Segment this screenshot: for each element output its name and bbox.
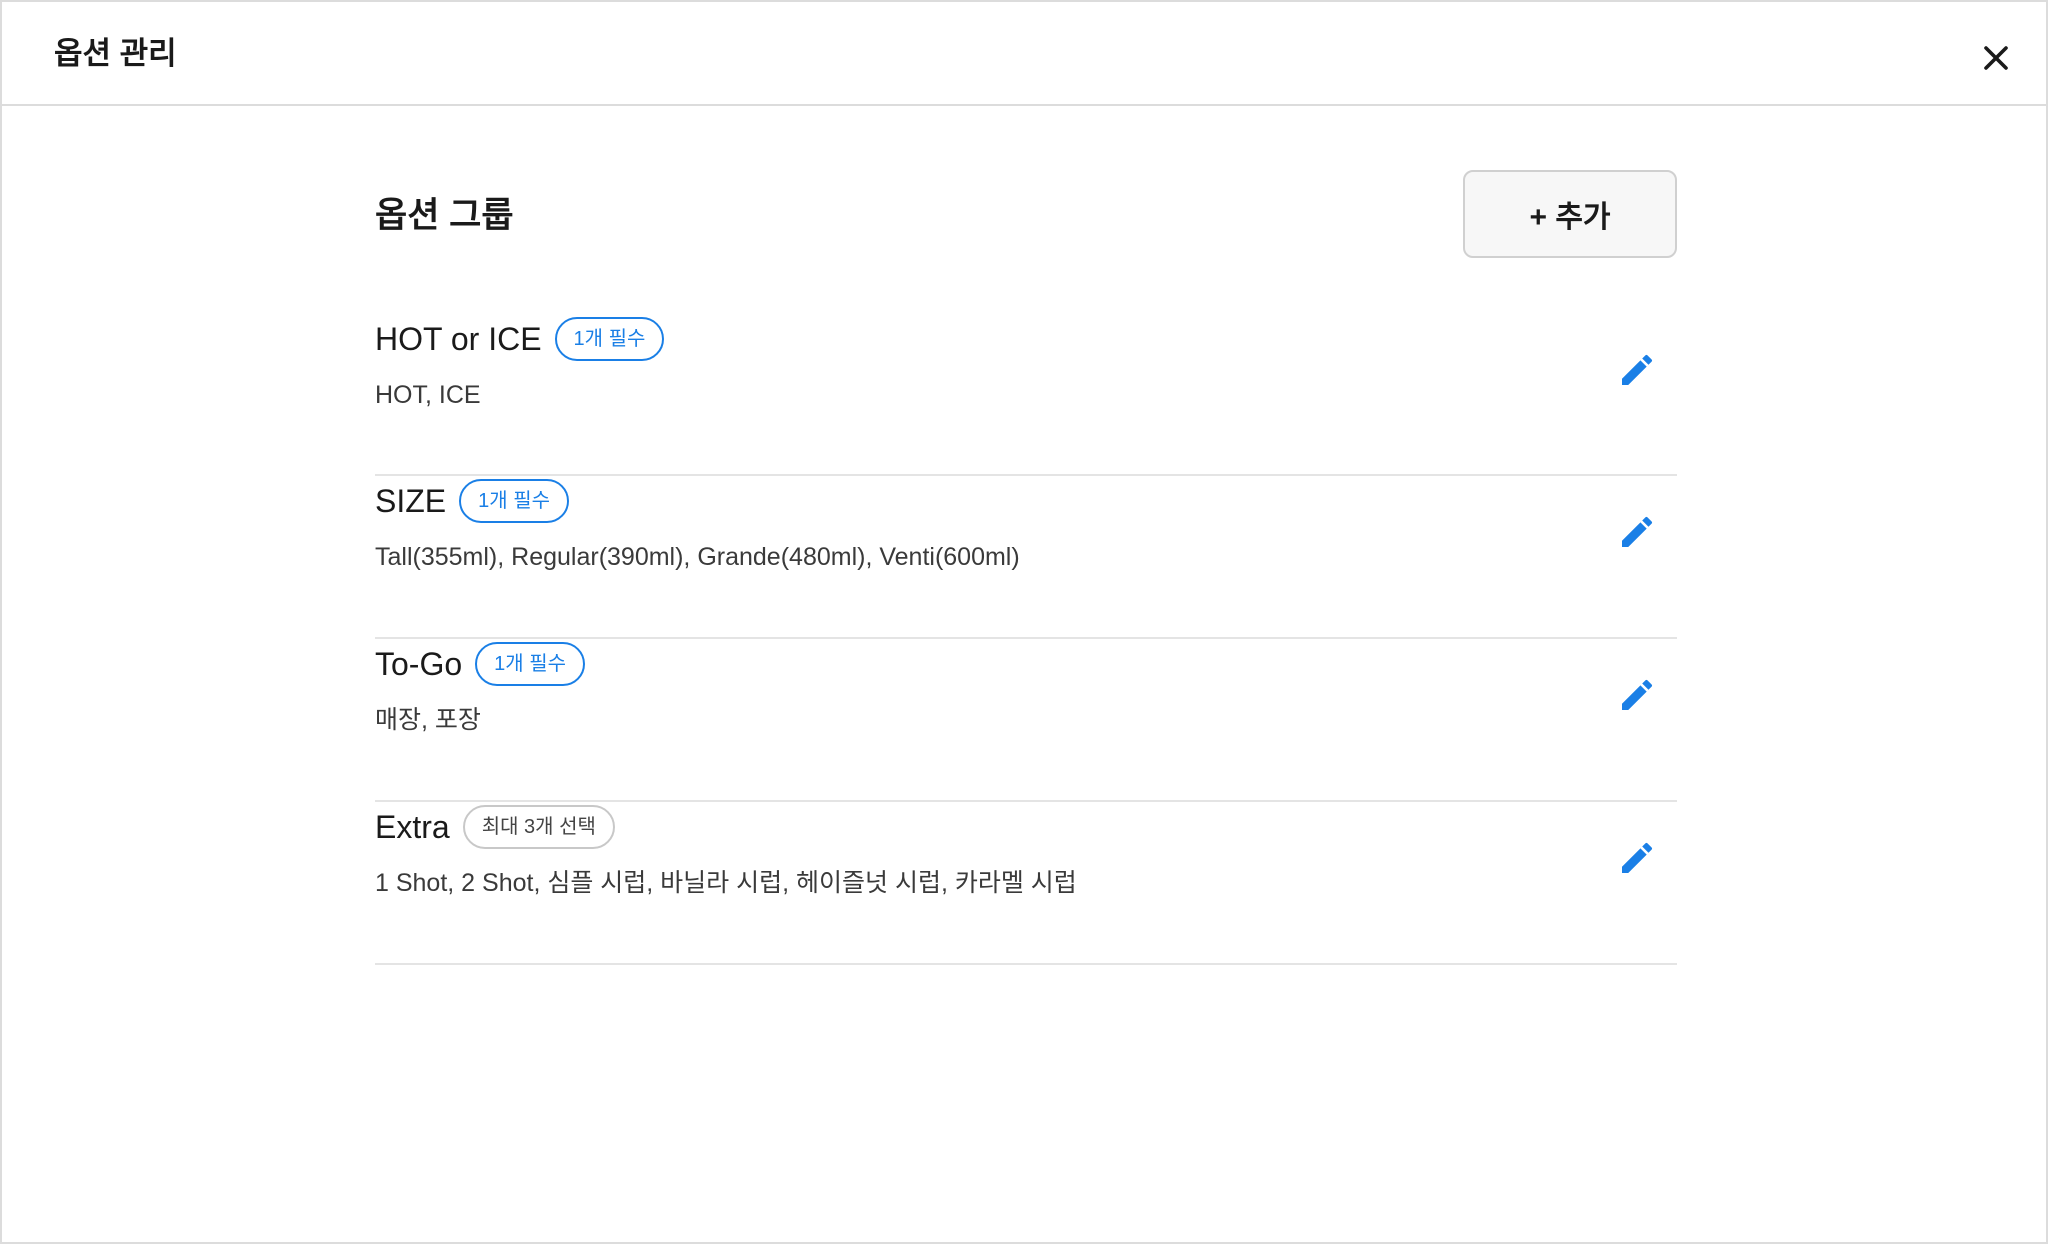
pencil-icon: [1622, 354, 1653, 385]
option-group-row: HOT or ICE 1개 필수 HOT, ICE: [375, 316, 1677, 476]
option-group-list: HOT or ICE 1개 필수 HOT, ICE SIZE 1개 필수 Tal…: [375, 316, 1677, 967]
pencil-icon: [1622, 679, 1653, 710]
option-group-name: HOT or ICE: [375, 321, 542, 357]
option-group-name: Extra: [375, 809, 450, 845]
option-group-values: 1 Shot, 2 Shot, 심플 시럽, 바닐라 시럽, 헤이즐넛 시럽, …: [375, 869, 1077, 897]
dialog-title: 옵션 관리: [54, 36, 177, 71]
section-header: 옵션 그룹 + 추가: [375, 170, 1677, 260]
add-option-group-button[interactable]: + 추가: [1463, 170, 1677, 258]
close-icon: [1984, 46, 2008, 70]
option-group-row: SIZE 1개 필수 Tall(355ml), Regular(390ml), …: [375, 478, 1677, 639]
edit-button[interactable]: [1617, 675, 1657, 715]
selection-rule-badge: 최대 3개 선택: [462, 805, 615, 849]
section-title: 옵션 그룹: [375, 196, 514, 235]
option-group-values: Tall(355ml), Regular(390ml), Grande(480m…: [375, 543, 1020, 571]
edit-button[interactable]: [1617, 838, 1657, 878]
option-group-values: HOT, ICE: [375, 381, 481, 409]
option-group-name: To-Go: [375, 646, 463, 682]
edit-button[interactable]: [1617, 350, 1657, 390]
dialog-header: 옵션 관리: [2, 2, 2046, 106]
option-management-dialog: 옵션 관리 옵션 그룹 + 추가 HOT or ICE 1개 필수 HOT, I…: [0, 0, 2048, 1244]
edit-button[interactable]: [1617, 512, 1657, 552]
option-group-row: To-Go 1개 필수 매장, 포장: [375, 641, 1677, 802]
option-groups-section: 옵션 그룹 + 추가 HOT or ICE 1개 필수 HOT, ICE SIZ…: [375, 170, 1677, 965]
close-button[interactable]: [1976, 38, 2016, 78]
selection-rule-badge: 1개 필수: [475, 642, 586, 686]
selection-rule-badge: 1개 필수: [554, 317, 665, 361]
option-group-row: Extra 최대 3개 선택 1 Shot, 2 Shot, 심플 시럽, 바닐…: [375, 804, 1677, 965]
pencil-icon: [1622, 516, 1653, 547]
pencil-icon: [1622, 842, 1653, 873]
option-group-values: 매장, 포장: [375, 706, 481, 734]
selection-rule-badge: 1개 필수: [459, 479, 570, 523]
option-group-name: SIZE: [375, 483, 447, 519]
